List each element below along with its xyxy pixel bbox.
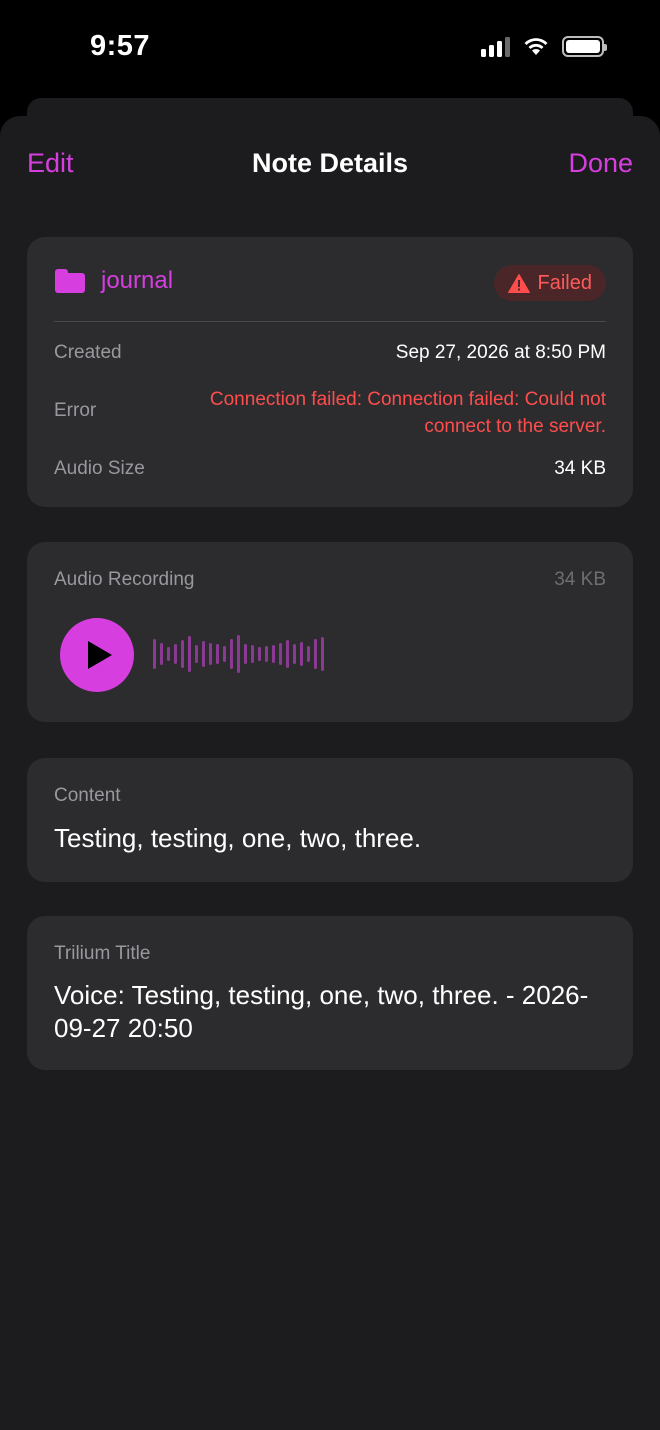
error-value: Connection failed: Connection failed: Co… bbox=[209, 389, 606, 437]
waveform-bar bbox=[244, 644, 247, 664]
waveform-bar bbox=[181, 640, 184, 668]
audio-card: Audio Recording 34 KB bbox=[27, 542, 633, 722]
waveform-bar bbox=[321, 637, 324, 671]
page-title: Note Details bbox=[251, 148, 409, 178]
waveform-bar bbox=[279, 643, 282, 665]
status-bar: 9:57 bbox=[0, 0, 660, 100]
waveform-bar bbox=[167, 647, 170, 661]
trilium-title-label: Trilium Title bbox=[54, 943, 151, 964]
audio-size-label: Audio Size bbox=[54, 458, 145, 479]
play-icon bbox=[87, 641, 112, 669]
waveform-bar bbox=[209, 643, 212, 665]
waveform-bar bbox=[188, 636, 191, 672]
waveform-bar bbox=[174, 644, 177, 664]
waveform-bar bbox=[258, 647, 261, 661]
warning-icon bbox=[507, 273, 530, 293]
audio-label: Audio Recording bbox=[54, 569, 195, 590]
waveform-bar bbox=[202, 641, 205, 667]
waveform-bar bbox=[237, 635, 240, 673]
content-label: Content bbox=[54, 785, 121, 806]
signal-icon bbox=[481, 36, 510, 57]
waveform-bar bbox=[307, 646, 310, 662]
play-button[interactable] bbox=[60, 618, 134, 692]
folder-row[interactable]: journal bbox=[55, 267, 173, 295]
waveform-bar bbox=[300, 642, 303, 666]
waveform-bar bbox=[153, 639, 156, 669]
folder-icon bbox=[55, 269, 85, 293]
audio-size-value: 34 KB bbox=[554, 458, 606, 479]
waveform-bar bbox=[195, 645, 198, 663]
content-text: Testing, testing, one, two, three. bbox=[54, 823, 422, 853]
trilium-title-card: Trilium Title Voice: Testing, testing, o… bbox=[27, 916, 633, 1070]
status-badge: Failed bbox=[493, 265, 606, 301]
info-card: journal Failed Created Sep 27, 2026 at 8… bbox=[27, 237, 633, 507]
status-label: Failed bbox=[537, 271, 592, 294]
created-value: Sep 27, 2026 at 8:50 PM bbox=[395, 342, 606, 363]
waveform-bar bbox=[223, 646, 226, 662]
waveform[interactable] bbox=[153, 634, 324, 674]
done-button[interactable]: Done bbox=[568, 148, 633, 179]
wifi-icon bbox=[524, 38, 548, 55]
waveform-bar bbox=[265, 646, 268, 662]
status-time: 9:57 bbox=[90, 30, 151, 62]
error-label: Error bbox=[54, 400, 97, 421]
waveform-bar bbox=[293, 644, 296, 664]
created-label: Created bbox=[54, 342, 122, 363]
waveform-bar bbox=[314, 639, 317, 669]
battery-icon bbox=[562, 36, 607, 57]
status-icons bbox=[481, 36, 607, 57]
audio-size: 34 KB bbox=[554, 569, 606, 590]
waveform-bar bbox=[251, 645, 254, 663]
waveform-bar bbox=[160, 643, 163, 665]
content-card: Content Testing, testing, one, two, thre… bbox=[27, 758, 633, 882]
waveform-bar bbox=[272, 645, 275, 663]
waveform-bar bbox=[230, 639, 233, 669]
divider bbox=[54, 321, 606, 322]
folder-name: journal bbox=[101, 267, 174, 294]
waveform-bar bbox=[286, 640, 289, 668]
waveform-bar bbox=[216, 644, 219, 664]
trilium-title-text: Voice: Testing, testing, one, two, three… bbox=[54, 980, 589, 1043]
